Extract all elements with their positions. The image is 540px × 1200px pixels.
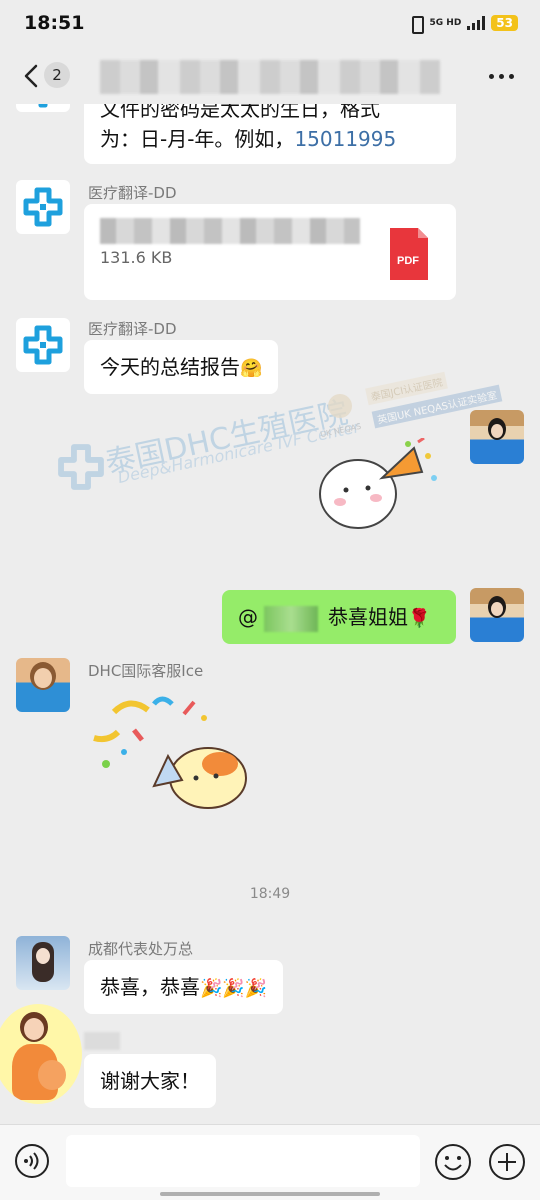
pdf-icon: PDF xyxy=(390,228,428,280)
chat-messages[interactable]: 文件的密码是太太的生日，格式 为：日-月-年。例如，15011995 医疗翻译-… xyxy=(0,104,540,1124)
chat-header: 2 xyxy=(0,50,540,102)
mention-at: @ xyxy=(238,605,258,629)
mention-redacted[interactable] xyxy=(264,605,318,632)
message-timestamp: 18:49 xyxy=(249,886,291,902)
message-bubble[interactable]: @ 恭喜姐姐🌹 xyxy=(222,590,456,644)
status-time: 18:51 xyxy=(24,12,85,34)
sender-name: 医疗翻译-DD xyxy=(88,184,177,202)
plus-icon[interactable] xyxy=(488,1143,526,1181)
message-bubble[interactable]: 恭喜，恭喜🎉🎉🎉 xyxy=(84,960,284,1014)
message-text: 为：日-月-年。例如， xyxy=(100,127,295,151)
party-emoji: 🎉🎉🎉 xyxy=(200,978,268,999)
self-avatar[interactable] xyxy=(470,410,524,464)
message-input-bar xyxy=(0,1124,540,1200)
message-text: 恭喜，恭喜 xyxy=(100,975,200,999)
file-message[interactable]: 131.6 KB PDF xyxy=(84,204,456,300)
sender-avatar[interactable] xyxy=(16,180,70,234)
floating-assistant-icon[interactable] xyxy=(0,1004,82,1104)
sender-avatar[interactable] xyxy=(16,104,70,112)
message-bubble[interactable]: 文件的密码是太太的生日，格式 为：日-月-年。例如，15011995 xyxy=(84,104,456,164)
message-text: 文件的密码是太太的生日，格式 xyxy=(100,104,380,121)
message-text: 谢谢大家！ xyxy=(100,1069,200,1093)
password-example[interactable]: 15011995 xyxy=(294,127,396,151)
party-popper-sticker[interactable] xyxy=(84,694,254,814)
hug-emoji: 🤗 xyxy=(240,358,263,379)
status-bar: 18:51 5G HD 53 xyxy=(0,0,540,48)
battery-indicator: 53 xyxy=(491,15,518,31)
message-text: 今天的总结报告 xyxy=(100,355,240,379)
unread-count-badge[interactable]: 2 xyxy=(44,62,70,88)
message-input[interactable] xyxy=(66,1135,420,1187)
pdf-label: PDF xyxy=(397,255,419,267)
status-icons: 5G HD 53 xyxy=(408,14,518,34)
file-size: 131.6 KB xyxy=(100,248,173,267)
message-text: 恭喜姐姐 xyxy=(328,605,408,629)
sender-name: DHC国际客服Ice xyxy=(88,662,204,680)
more-icon[interactable] xyxy=(489,74,514,79)
sender-avatar[interactable] xyxy=(16,936,70,990)
home-indicator xyxy=(160,1192,380,1196)
sender-name: 成都代表处万总 xyxy=(88,940,194,958)
sender-name: 医疗翻译-DD xyxy=(88,320,177,338)
signal-icon xyxy=(467,16,486,30)
back-icon[interactable] xyxy=(22,64,40,88)
chat-title-redacted xyxy=(100,60,440,94)
voice-icon[interactable] xyxy=(14,1143,50,1179)
celebration-sticker[interactable] xyxy=(318,438,442,538)
network-label: 5G HD xyxy=(429,17,462,28)
vibrate-icon xyxy=(408,14,424,34)
message-text: 为：日-月-年。例如，15011995 xyxy=(100,124,440,154)
message-bubble[interactable]: 谢谢大家！ xyxy=(84,1054,216,1108)
file-name-redacted xyxy=(100,218,360,244)
sender-avatar[interactable] xyxy=(16,318,70,372)
sender-avatar[interactable] xyxy=(16,658,70,712)
emoji-icon[interactable] xyxy=(434,1143,472,1181)
message-bubble[interactable]: 今天的总结报告🤗 xyxy=(84,340,279,394)
self-avatar[interactable] xyxy=(470,588,524,642)
rose-emoji: 🌹 xyxy=(408,608,431,629)
sender-name-redacted xyxy=(84,1032,120,1050)
